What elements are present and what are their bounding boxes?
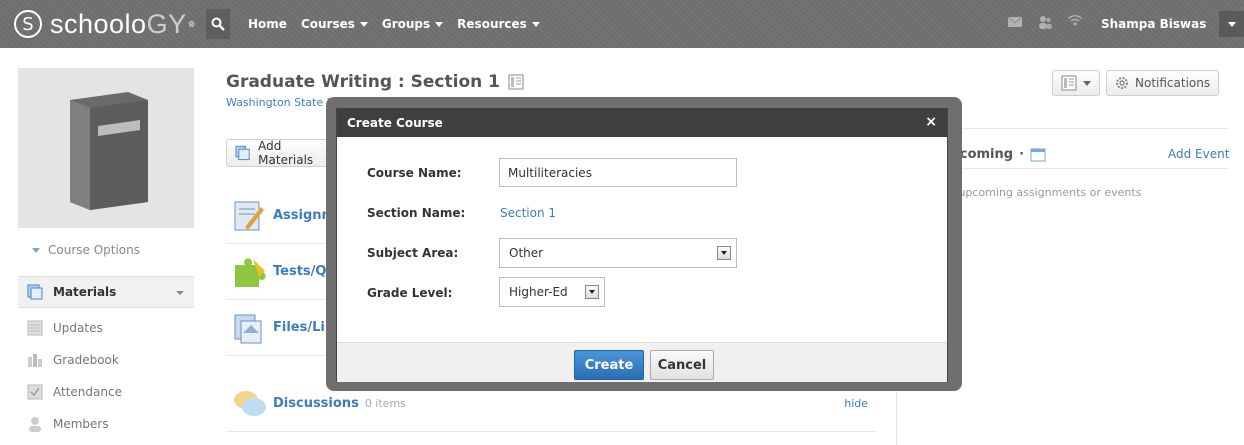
chevron-down-icon — [32, 247, 40, 253]
grade-level-label: Grade Level: — [367, 286, 453, 300]
close-icon[interactable]: × — [925, 114, 937, 130]
cancel-button[interactable]: Cancel — [650, 350, 714, 380]
nav-groups[interactable]: Groups — [382, 17, 444, 31]
top-navigation-bar: S schooloGY ® Home Courses Groups Resour… — [0, 0, 1244, 48]
mail-icon[interactable] — [1007, 14, 1023, 30]
members-icon — [29, 417, 41, 432]
people-icon[interactable] — [1037, 14, 1053, 30]
grade-level-select[interactable]: Higher-Ed — [499, 277, 605, 307]
chevron-down-icon — [359, 21, 368, 27]
main-nav: Home Courses Groups Resources — [248, 0, 540, 48]
chevron-down-icon — [176, 291, 184, 295]
dialog-header: Create Course × — [337, 109, 947, 137]
section-name-label: Section Name: — [367, 206, 466, 220]
subject-area-label: Subject Area: — [367, 246, 459, 260]
course-menu-icon[interactable] — [508, 74, 524, 90]
chevron-down-icon — [1227, 21, 1236, 27]
wireless-icon[interactable] — [1067, 14, 1083, 30]
course-name-input[interactable]: Multiliteracies — [499, 158, 737, 187]
user-menu-button[interactable] — [1219, 11, 1244, 37]
dialog-footer: Create Cancel — [337, 342, 947, 382]
create-course-dialog: Create Course × Course Name: Multilitera… — [336, 108, 948, 382]
dropdown-arrow-icon — [717, 246, 731, 260]
discussion-icon — [234, 390, 266, 416]
page-title: Graduate Writing : Section 1 — [226, 72, 524, 92]
subject-area-select[interactable]: Other — [499, 238, 737, 268]
create-button[interactable]: Create — [574, 350, 644, 380]
nav-resources[interactable]: Resources — [457, 17, 540, 31]
files-icon — [234, 314, 262, 343]
top-icon-group — [1007, 14, 1083, 30]
materials-icon — [27, 284, 43, 300]
nav-courses[interactable]: Courses — [301, 17, 368, 31]
add-materials-icon — [235, 145, 250, 161]
logo-mark: S — [14, 10, 42, 38]
sidebar-item-materials[interactable]: Materials — [18, 276, 194, 308]
add-event-link[interactable]: Add Event — [1168, 147, 1229, 161]
gradebook-icon — [28, 354, 42, 367]
chevron-down-icon — [531, 21, 540, 27]
nav-home[interactable]: Home — [248, 17, 287, 31]
list-icon — [1061, 75, 1077, 91]
search-icon — [211, 17, 225, 31]
sidebar-item-gradebook[interactable]: Gradebook — [18, 344, 194, 376]
schoology-logo[interactable]: S schooloGY ® — [14, 9, 196, 39]
view-menu-button[interactable] — [1052, 70, 1100, 96]
book-icon — [70, 92, 148, 210]
right-toolbar: Notifications — [1052, 70, 1220, 96]
assignment-icon — [234, 201, 264, 230]
dropdown-arrow-icon — [585, 285, 599, 299]
attendance-icon — [27, 384, 43, 400]
sidebar-item-members[interactable]: Members — [18, 408, 194, 440]
sidebar-item-attendance[interactable]: Attendance — [18, 376, 194, 408]
puzzle-icon — [235, 257, 266, 287]
course-picture — [18, 68, 194, 228]
calendar-icon[interactable] — [1030, 148, 1046, 162]
search-button[interactable] — [206, 9, 230, 39]
hide-link[interactable]: hide — [844, 397, 868, 410]
add-materials-button[interactable]: Add Materials — [226, 139, 336, 167]
notifications-button[interactable]: Notifications — [1106, 70, 1220, 96]
no-upcoming-text: No upcoming assignments or events — [940, 186, 1142, 199]
registered-mark: ® — [187, 19, 196, 29]
course-name-label: Course Name: — [367, 166, 462, 180]
upcoming-divider — [940, 168, 1228, 169]
chevron-down-icon — [435, 21, 444, 27]
course-options-toggle[interactable]: Course Options — [32, 243, 140, 257]
sidebar-item-updates[interactable]: Updates — [18, 312, 194, 344]
gear-icon — [1116, 77, 1128, 89]
chevron-down-icon — [1083, 80, 1091, 86]
logo-text: schooloGY — [50, 8, 187, 39]
section-name-value[interactable]: Section 1 — [500, 206, 556, 220]
user-name-link[interactable]: Shampa Biswas — [1101, 0, 1206, 48]
updates-icon — [27, 320, 43, 336]
